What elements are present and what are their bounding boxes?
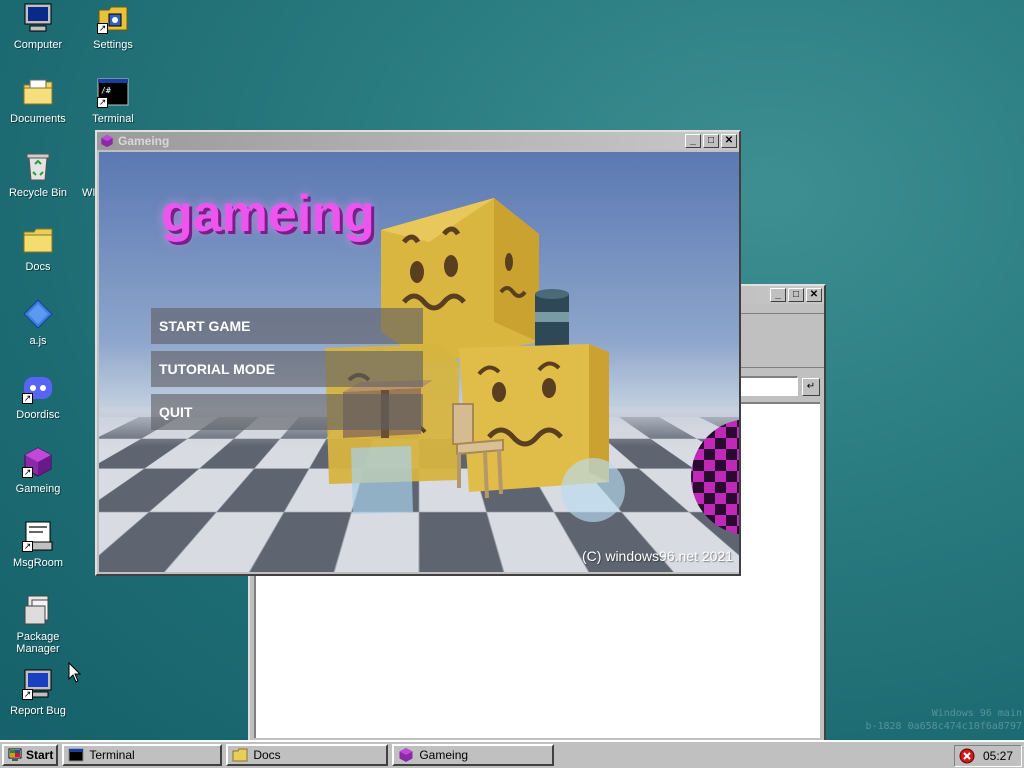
gameing-icon: ↗ <box>22 446 54 478</box>
game-title: gameing <box>161 185 375 243</box>
js-file-icon <box>22 298 54 330</box>
start-button[interactable]: Start <box>2 744 59 766</box>
minimize-button[interactable]: _ <box>770 288 786 302</box>
watermark-line-2: b-1828 0a658c474c10f6a8797 <box>865 721 1022 732</box>
barrel <box>535 289 569 354</box>
gameing-window-titlebar[interactable]: Gameing _ □ ✕ <box>97 132 739 150</box>
msgroom-icon: ↗ <box>22 520 54 552</box>
maximize-button[interactable]: □ <box>788 288 804 302</box>
desktop-icon-label: MsgRoom <box>12 557 64 569</box>
folder-icon <box>22 224 54 256</box>
system-tray: 05:27 <box>954 745 1022 767</box>
error-icon[interactable] <box>959 748 975 764</box>
taskbar-item-label: Terminal <box>89 748 135 762</box>
desktop-icon-recycle-bin[interactable]: Recycle Bin <box>1 150 75 199</box>
desktop-icon-doordisc[interactable]: ↗ Doordisc <box>1 372 75 421</box>
gameing-window[interactable]: Gameing _ □ ✕ gameing START GAME TUTORIA… <box>95 130 741 576</box>
report-bug-icon: ↗ <box>22 668 54 700</box>
go-button[interactable]: ↵ <box>802 378 820 396</box>
minimize-button[interactable]: _ <box>685 134 701 148</box>
checkered-ball <box>691 419 739 535</box>
documents-folder-icon <box>22 76 54 108</box>
taskbar: Start Terminal Docs Gameing 05:27 <box>0 740 1024 768</box>
desktop-icon-label: Computer <box>13 39 63 51</box>
tutorial-mode-button[interactable]: TUTORIAL MODE <box>151 351 423 387</box>
desktop-icon-report-bug[interactable]: ↗ Report Bug <box>1 668 75 717</box>
desktop-icon-settings[interactable]: ↗ Settings <box>76 2 150 51</box>
desktop-icon-label: Doordisc <box>16 409 60 421</box>
desktop-icon-msgroom[interactable]: ↗ MsgRoom <box>1 520 75 569</box>
shortcut-arrow-icon: ↗ <box>22 467 33 478</box>
computer-icon <box>22 2 54 34</box>
desktop-icon-gameing[interactable]: ↗ Gameing <box>1 446 75 495</box>
recycle-bin-icon <box>22 150 54 182</box>
shortcut-arrow-icon: ↗ <box>22 393 33 404</box>
desktop-icon-label: Report Bug <box>10 705 66 717</box>
mouse-cursor-icon <box>68 662 82 683</box>
clock[interactable]: 05:27 <box>983 749 1013 763</box>
gameing-icon <box>101 134 113 148</box>
game-viewport[interactable]: gameing START GAME TUTORIAL MODE QUIT (C… <box>99 152 739 572</box>
shortcut-arrow-icon: ↗ <box>22 541 33 552</box>
taskbar-item-label: Docs <box>253 748 281 762</box>
desktop-icon-ajs[interactable]: a.js <box>1 298 75 347</box>
window-title: Gameing <box>118 134 170 148</box>
desktop-icon-label: Docs <box>25 261 51 273</box>
terminal-icon: /# ↗ <box>97 76 129 108</box>
shortcut-arrow-icon: ↗ <box>97 23 108 34</box>
desktop-icon-terminal[interactable]: /# ↗ Terminal <box>76 76 150 125</box>
partially-hidden-icon-label: WI <box>82 187 96 199</box>
watermark-line-1: Windows 96 main <box>931 708 1022 719</box>
build-watermark: Windows 96 main b-1828 0a658c474c10f6a87… <box>865 707 1022 733</box>
start-icon <box>8 748 22 761</box>
taskbar-item-label: Gameing <box>419 748 469 762</box>
desktop-icon-docs[interactable]: Docs <box>1 224 75 273</box>
desktop-icon-computer[interactable]: Computer <box>1 2 75 51</box>
maximize-button[interactable]: □ <box>703 134 719 148</box>
desktop-icon-label: Package Manager <box>16 631 60 655</box>
glass-cube <box>351 446 413 514</box>
terminal-icon <box>68 748 84 762</box>
settings-icon: ↗ <box>97 2 129 34</box>
desktop-icon-label: Terminal <box>92 113 134 125</box>
desktop-icon-label: Settings <box>93 39 133 51</box>
desktop-icon-package-manager[interactable]: Package Manager <box>1 594 75 655</box>
taskbar-item-terminal[interactable]: Terminal <box>62 744 223 766</box>
desktop-icon-label: Documents <box>10 113 66 125</box>
gameing-icon <box>399 748 413 762</box>
glass-ball <box>561 458 625 522</box>
shortcut-arrow-icon: ↗ <box>97 97 108 108</box>
copyright-text: (C) windows96.net 2021 <box>582 548 733 564</box>
quit-button[interactable]: QUIT <box>151 394 423 430</box>
start-label: Start <box>26 748 54 762</box>
svg-text:/#: /# <box>101 86 111 95</box>
close-button[interactable]: ✕ <box>806 288 822 302</box>
desktop-icon-label: Gameing <box>15 483 61 495</box>
taskbar-item-docs[interactable]: Docs <box>226 744 389 766</box>
shortcut-arrow-icon: ↗ <box>22 689 33 700</box>
start-game-button[interactable]: START GAME <box>151 308 423 344</box>
taskbar-item-gameing[interactable]: Gameing <box>392 744 555 766</box>
desktop-icon-documents[interactable]: Documents <box>1 76 75 125</box>
doordisc-icon: ↗ <box>22 372 54 404</box>
desktop-icon-label: a.js <box>29 335 47 347</box>
package-manager-icon <box>22 594 54 626</box>
desktop-icon-label: Recycle Bin <box>8 187 68 199</box>
folder-icon <box>232 748 248 762</box>
close-button[interactable]: ✕ <box>721 134 737 148</box>
